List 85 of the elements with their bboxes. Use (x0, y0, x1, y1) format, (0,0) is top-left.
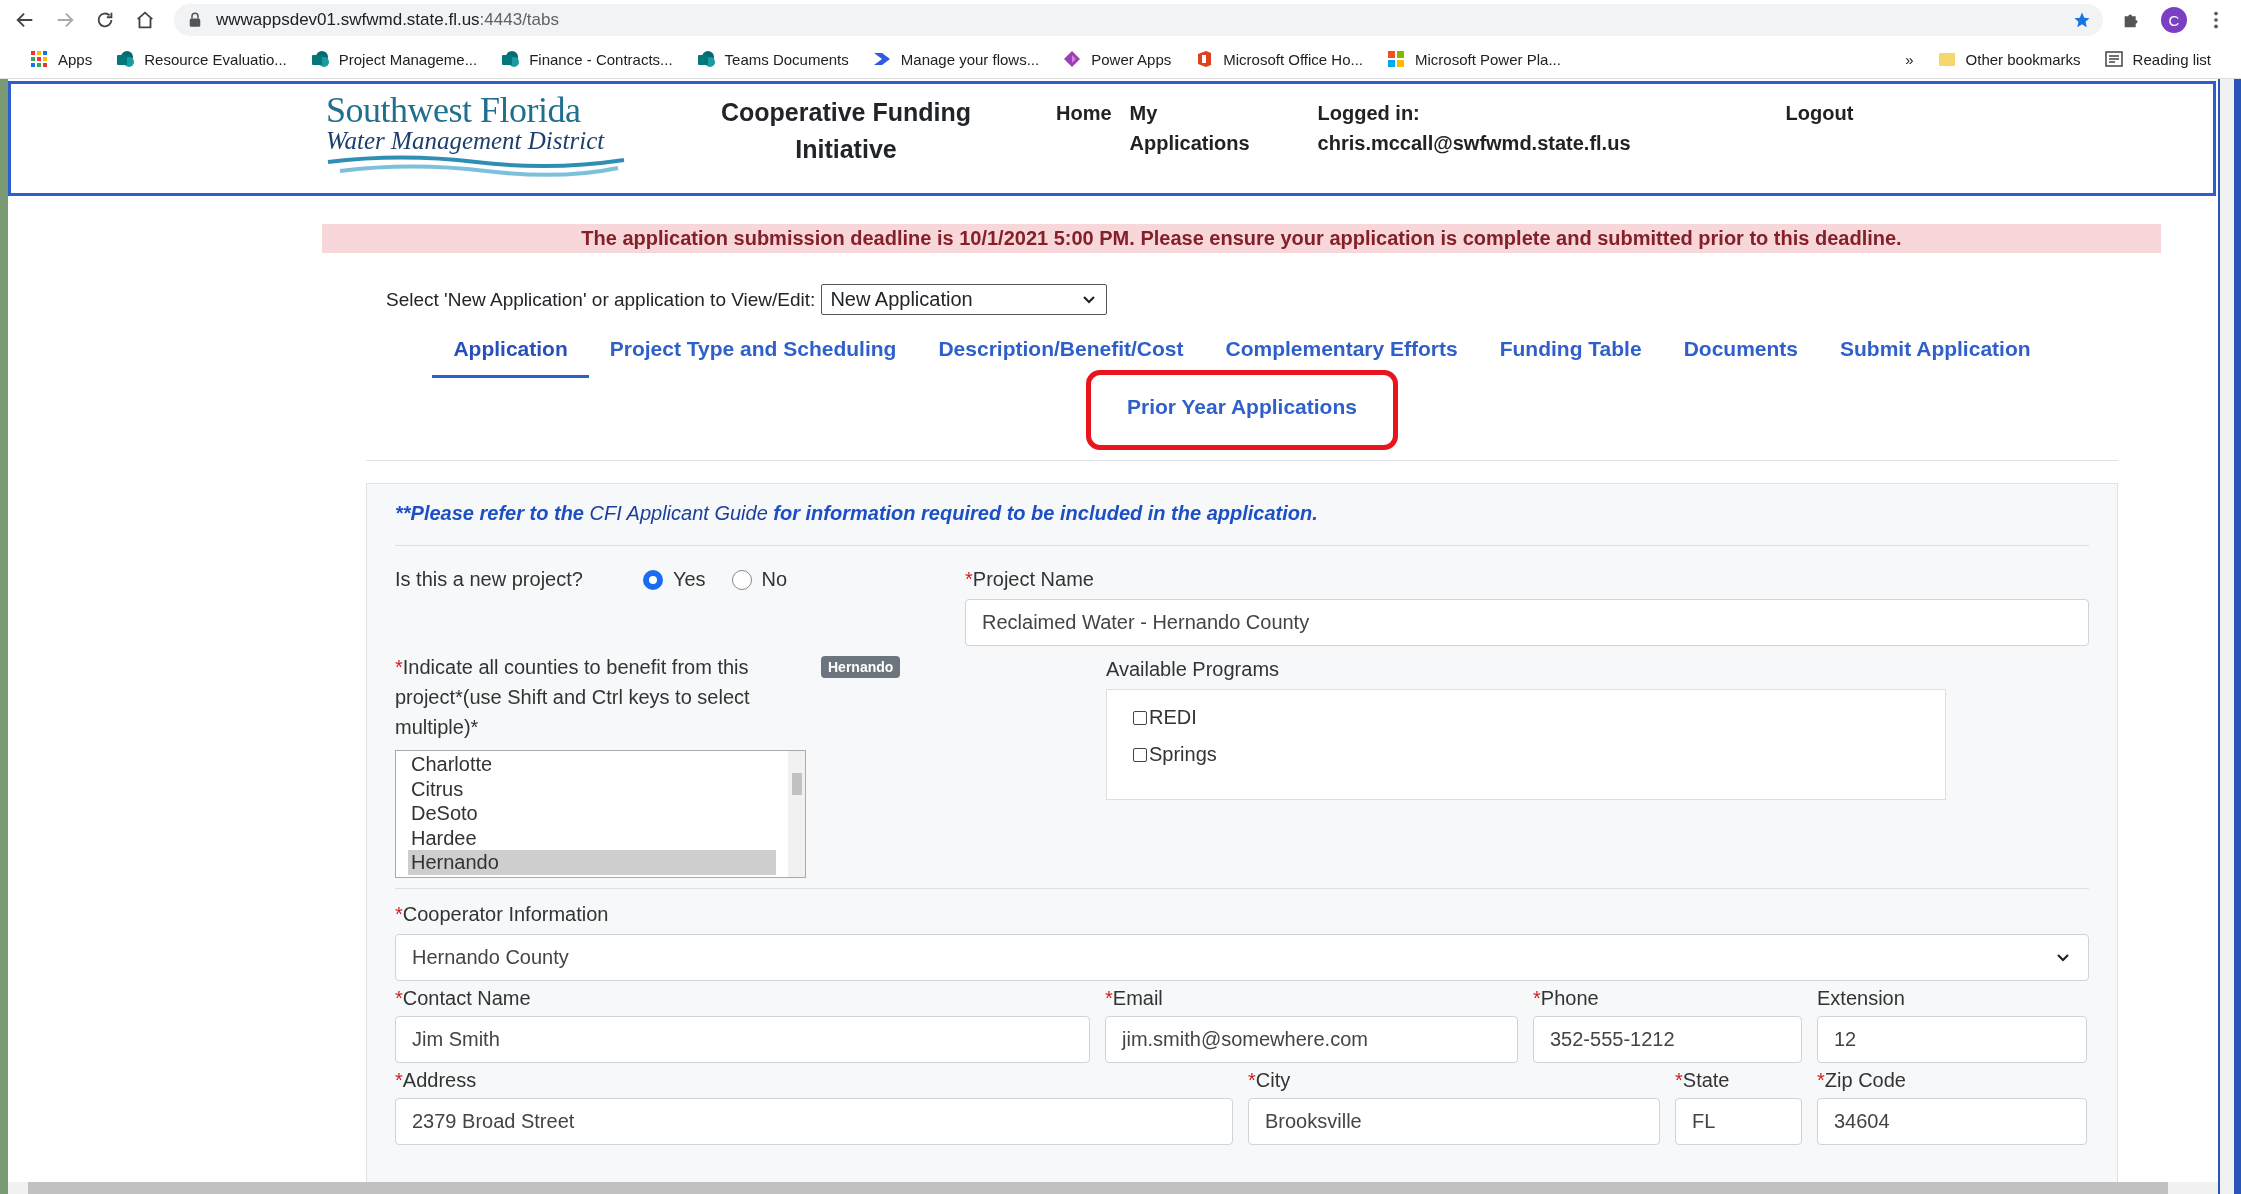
bookmark-link[interactable]: Microsoft Office Ho... (1223, 50, 1363, 68)
input-field[interactable]: Reclaimed Water - Hernando County (965, 599, 2089, 646)
application-select[interactable]: New Application (821, 284, 1108, 315)
field-label: *City (1248, 1069, 1292, 1092)
bookmark-link[interactable]: Resource Evaluatio... (144, 50, 287, 68)
office-icon (1195, 50, 1214, 68)
radio-option[interactable]: No (731, 568, 788, 591)
bookmark-link[interactable]: Project Manageme... (338, 50, 478, 68)
field-label: Extension (1817, 987, 1906, 1010)
tab[interactable]: Prior Year Applications (1086, 370, 1398, 450)
input-field[interactable]: jim.smith@somewhere.com (1105, 1016, 1518, 1063)
nav-link[interactable]: Home (1056, 98, 1112, 128)
url-text: wwwappsdev01.swfwmd.state.fl.us:4443/tabs (216, 10, 560, 30)
logged-in-label: Logged in: (1317, 101, 1421, 126)
tab[interactable]: Application (432, 323, 589, 378)
bookmark-link[interactable]: Reading list (2132, 50, 2211, 68)
bookmarks-overflow[interactable]: » (1905, 50, 1914, 68)
field-label: *Email (1105, 987, 1164, 1010)
address-bar[interactable]: wwwappsdev01.swfwmd.state.fl.us:4443/tabs (174, 4, 2103, 36)
input-field[interactable]: 12 (1817, 1016, 2087, 1063)
checkbox-option[interactable]: Springs (1133, 743, 1919, 766)
apps-grid-icon (30, 50, 48, 68)
bookmark-link[interactable]: Microsoft Power Pla... (1415, 50, 1561, 68)
question-label: Is this a new project? (395, 568, 583, 591)
field-label: Available Programs (1106, 658, 1281, 681)
field-label: *Project Name (965, 568, 1095, 591)
field-label: *Contact Name (395, 987, 532, 1010)
selector-label: Select 'New Application' or application to View/Edit: (386, 288, 816, 311)
horizontal-scrollbar[interactable] (8, 1182, 2218, 1194)
field-label: *Indicate all counties to benefit from this project*(use Shift and Ctrl keys to select multiple)* (395, 655, 751, 740)
guide-note: **Please refer to the CFI Applicant Guide for information required to be included in the application. (395, 496, 2089, 546)
bookmark-link[interactable]: Manage your flows... (900, 50, 1040, 68)
list-option[interactable]: Hardee (408, 825, 776, 850)
bookmark-link[interactable]: Teams Documents (724, 50, 849, 68)
site-icon (501, 50, 520, 68)
checkbox-option[interactable]: REDI (1133, 706, 1919, 729)
user-email: chris.mccall@swfwmd.state.fl.us (1317, 131, 1632, 156)
bookmark-link[interactable]: Apps (58, 50, 93, 68)
profile-avatar[interactable]: C (2161, 7, 2187, 33)
tab[interactable]: Submit Application (1819, 323, 2052, 378)
reading-list-icon (2104, 50, 2123, 68)
home-icon[interactable] (134, 9, 156, 31)
list-option[interactable]: Citrus (408, 776, 776, 801)
arrow-icon (872, 50, 891, 68)
bookmark-link[interactable]: Power Apps (1091, 50, 1172, 68)
selection-badge: Hernando (821, 656, 901, 678)
guide-link[interactable]: CFI Applicant Guide (589, 502, 768, 524)
four-squares-icon (1387, 50, 1405, 68)
input-field[interactable]: FL (1675, 1098, 1802, 1145)
diamond-icon (1063, 50, 1082, 68)
list-option[interactable]: Hernando (408, 850, 776, 875)
cooperator-select[interactable]: Hernando County (395, 934, 2089, 981)
field-label: *Cooperator Information (395, 903, 610, 926)
logo-text: Southwest Florida (326, 92, 582, 128)
deadline-banner: The application submission deadline is 10/1/2021 5:00 PM. Please ensure your application is complete and submitted prior to this deadline. (322, 224, 2161, 253)
site-icon (116, 50, 135, 68)
nav-link[interactable]: My Applications (1129, 98, 1270, 158)
list-option[interactable]: DeSoto (408, 801, 776, 826)
tab[interactable]: Documents (1662, 323, 1819, 378)
field-label: *State (1675, 1069, 1731, 1092)
field-label: *Address (395, 1069, 478, 1092)
bookmark-link[interactable]: Other bookmarks (1965, 50, 2081, 68)
site-icon (310, 50, 329, 68)
input-field[interactable]: Brooksville (1248, 1098, 1660, 1145)
bookmark-link[interactable]: Finance - Contracts... (529, 50, 673, 68)
input-field[interactable]: 2379 Broad Street (395, 1098, 1233, 1145)
radio-option[interactable]: Yes (642, 568, 706, 591)
tab[interactable]: Funding Table (1478, 323, 1663, 378)
vertical-scrollbar[interactable] (2220, 79, 2234, 1194)
app-title: Cooperative Funding Initiative (720, 97, 972, 165)
logo-text: Water Management District (326, 128, 606, 153)
star-icon[interactable] (2073, 11, 2091, 29)
field-label: *Zip Code (1817, 1069, 1907, 1092)
list-option[interactable]: Charlotte (408, 752, 776, 777)
input-field[interactable]: Jim Smith (395, 1016, 1090, 1063)
scrollbar[interactable] (788, 751, 805, 877)
logout-link[interactable]: Logout (1785, 98, 1854, 128)
waves-icon (326, 153, 626, 177)
input-field[interactable]: 352-555-1212 (1533, 1016, 1802, 1063)
folder-icon (1937, 50, 1956, 68)
site-icon (696, 50, 715, 68)
field-label: *Phone (1533, 987, 1600, 1010)
tab[interactable]: Project Type and Scheduling (588, 323, 918, 378)
input-field[interactable]: 34604 (1817, 1098, 2087, 1145)
county-listbox[interactable]: Charlotte Citrus DeSoto Hardee Hernando (395, 750, 806, 878)
